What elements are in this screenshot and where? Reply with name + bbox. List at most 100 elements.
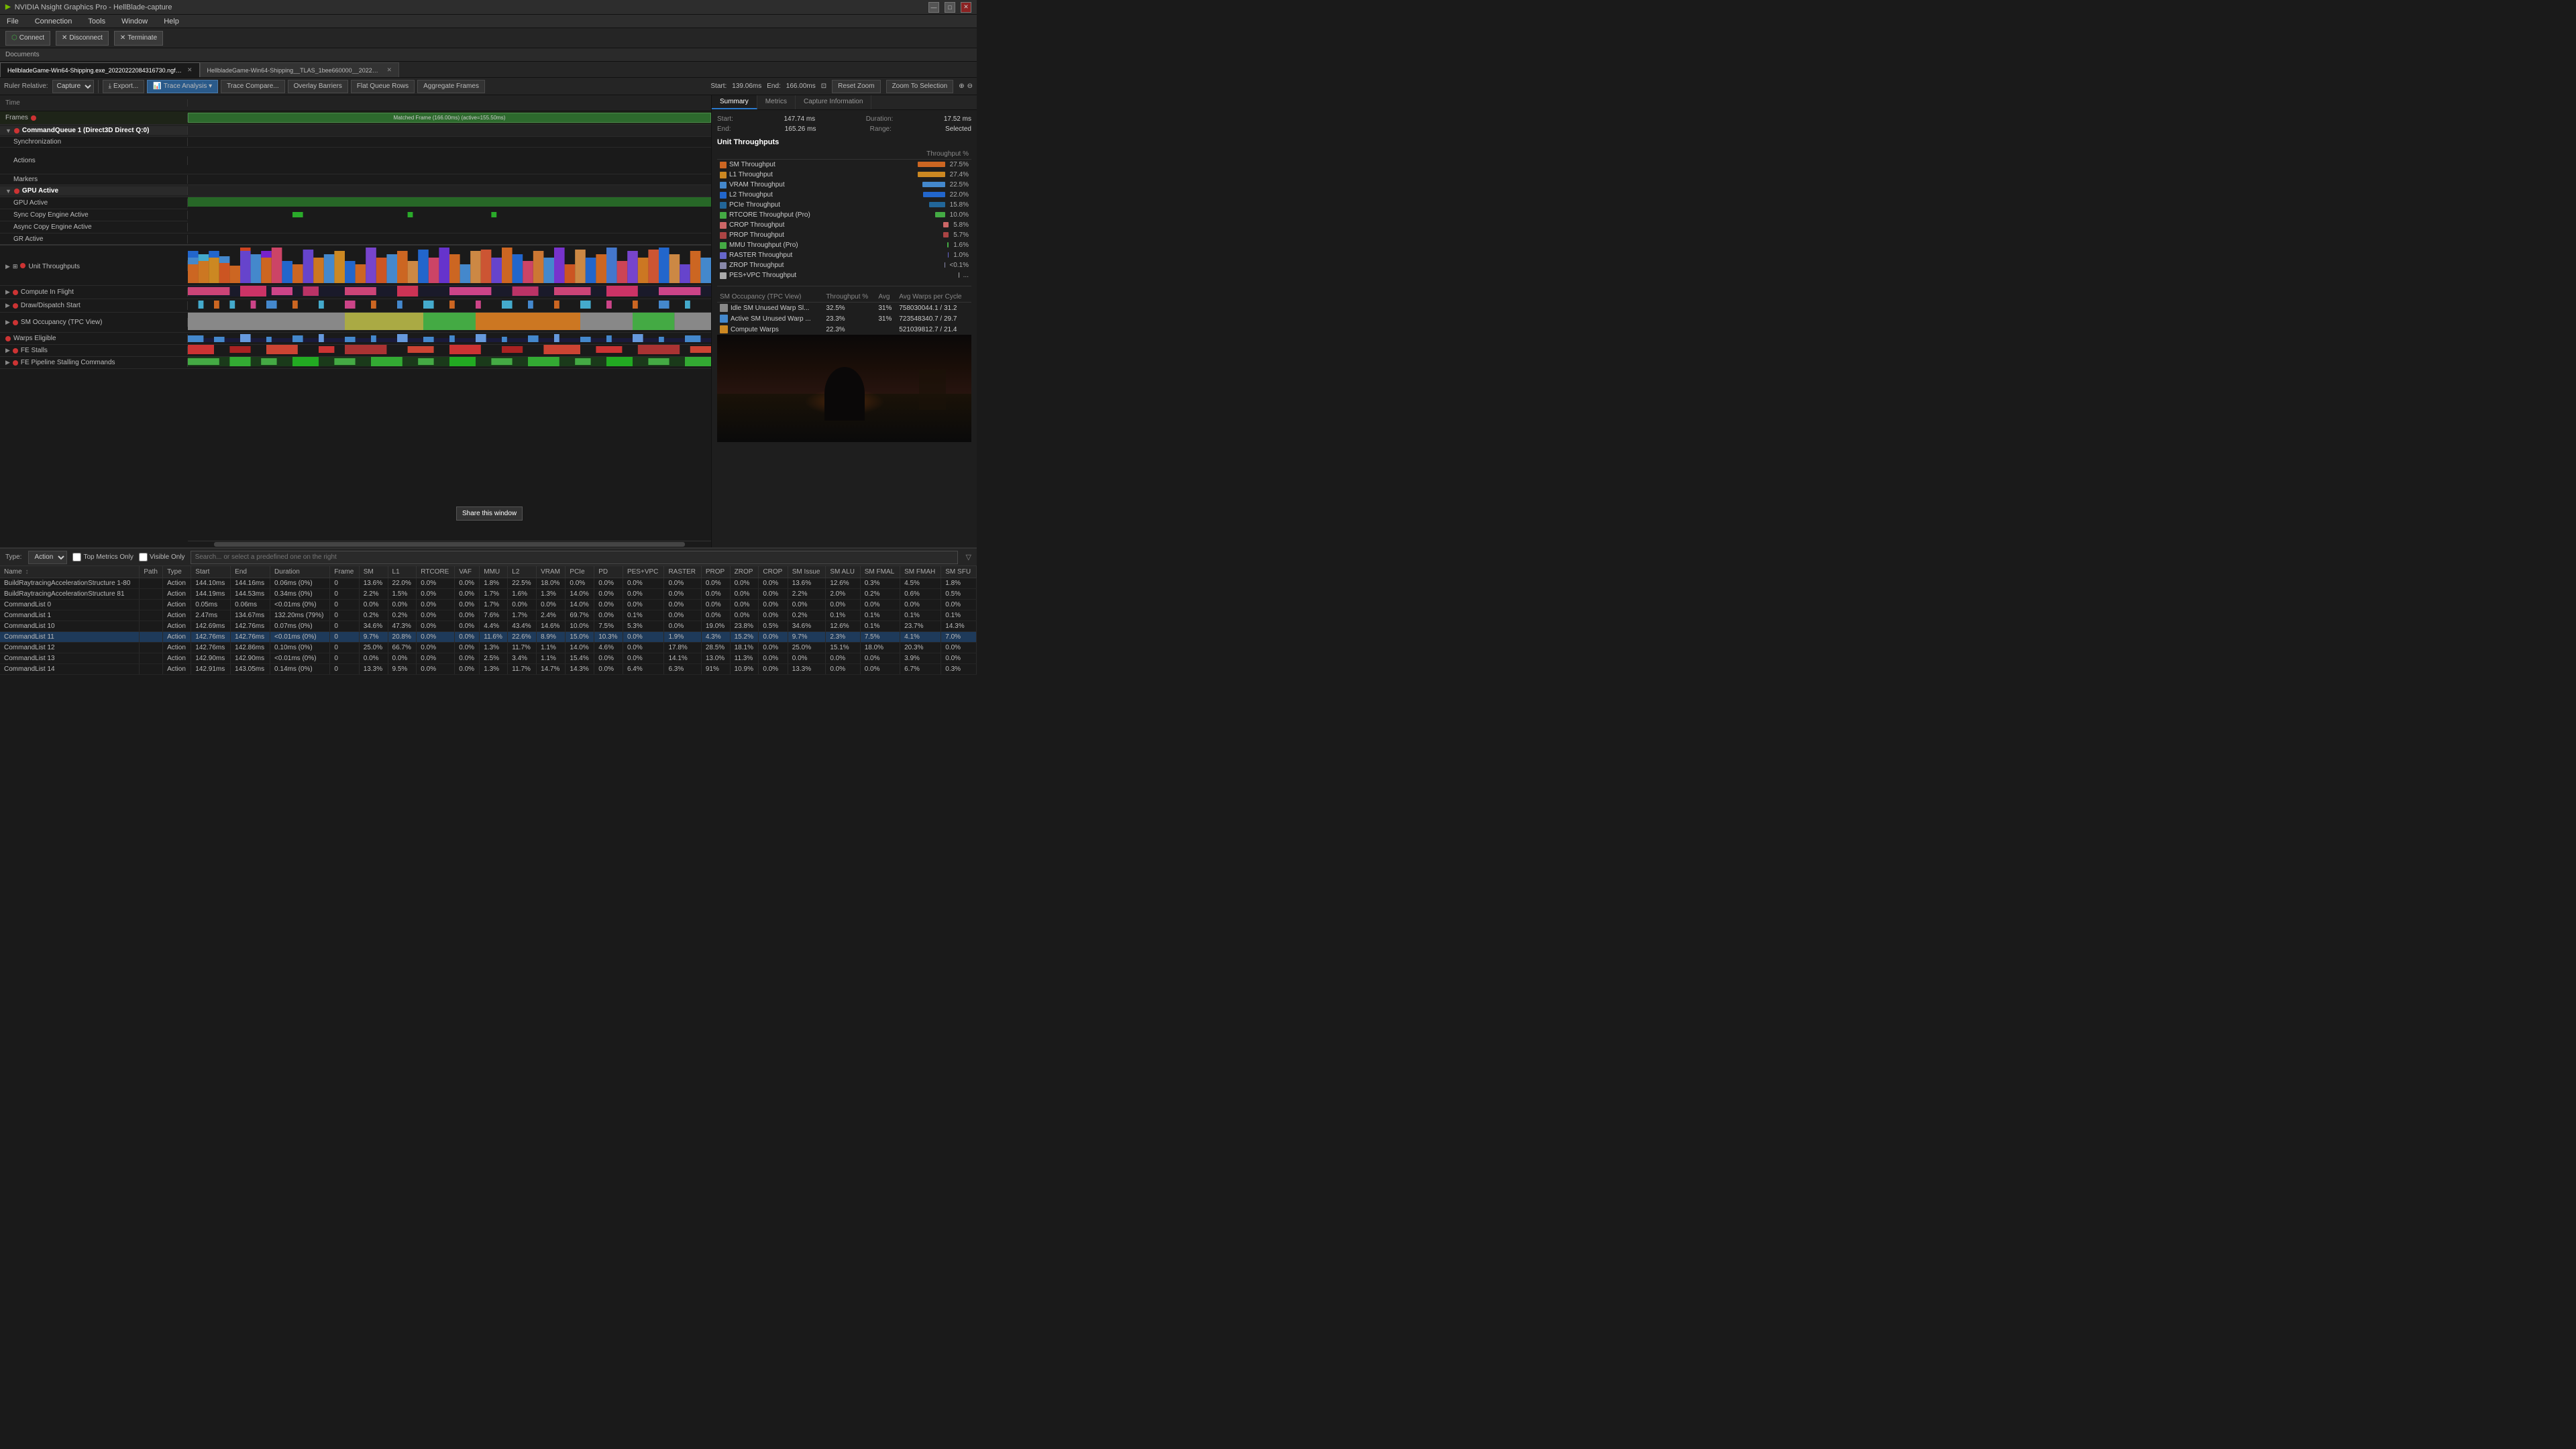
table-row-7[interactable]: CommandList 13 Action 142.90ms 142.90ms … [0, 653, 977, 664]
tab-capture-info[interactable]: Capture Information [796, 95, 871, 109]
col-smalu[interactable]: SM ALU [826, 566, 860, 578]
zoom-to-selection-button[interactable]: Zoom To Selection [886, 80, 954, 93]
connect-button[interactable]: ⬡ Connect [5, 31, 50, 46]
cell-pcie-5: 15.0% [566, 632, 594, 643]
cell-l1-8: 9.5% [388, 664, 417, 675]
cell-pd-5: 10.3% [594, 632, 623, 643]
col-crop[interactable]: CROP [759, 566, 788, 578]
col-smfmal[interactable]: SM FMAL [860, 566, 900, 578]
table-row-6[interactable]: CommandList 12 Action 142.76ms 142.86ms … [0, 643, 977, 653]
terminate-button[interactable]: ✕ Terminate [114, 31, 163, 46]
tab-0[interactable]: HellbladeGame-Win64-Shipping.exe_2022022… [0, 62, 200, 77]
col-pd[interactable]: PD [594, 566, 623, 578]
col-type[interactable]: Type [163, 566, 191, 578]
col-smissue[interactable]: SM Issue [788, 566, 826, 578]
col-end[interactable]: End [231, 566, 270, 578]
reset-zoom-button[interactable]: Reset Zoom [832, 80, 880, 93]
sm-collapse[interactable]: ▶ [5, 319, 10, 326]
maximize-button[interactable]: □ [945, 2, 955, 13]
gpu-active-svg [188, 196, 711, 208]
col-prop[interactable]: PROP [701, 566, 730, 578]
col-sm[interactable]: SM [359, 566, 388, 578]
col-pesvpc[interactable]: PES+VPC [623, 566, 663, 578]
cell-smalu-0: 12.6% [826, 578, 860, 589]
cell-start-6: 142.76ms [191, 643, 231, 653]
timeline-hscroll[interactable] [188, 541, 711, 547]
draw-collapse[interactable]: ▶ [5, 302, 10, 309]
visible-only-checkbox[interactable]: Visible Only [139, 553, 185, 561]
type-select[interactable]: Action [28, 551, 67, 564]
col-path[interactable]: Path [140, 566, 163, 578]
col-vaf[interactable]: VAF [455, 566, 480, 578]
col-frame[interactable]: Frame [330, 566, 359, 578]
col-rtcore[interactable]: RTCORE [417, 566, 455, 578]
table-row-3[interactable]: CommandList 1 Action 2.47ms 134.67ms 132… [0, 610, 977, 621]
commandqueue-collapse[interactable]: ▼ [5, 127, 11, 134]
cell-pd-6: 4.6% [594, 643, 623, 653]
top-metrics-checkbox[interactable]: Top Metrics Only [72, 553, 133, 561]
gpu-section-collapse[interactable]: ▼ [5, 188, 11, 195]
visible-only-input[interactable] [139, 553, 148, 561]
cell-name-3: CommandList 1 [0, 610, 140, 621]
trace-compare-button[interactable]: Trace Compare... [221, 80, 284, 93]
menu-connection[interactable]: Connection [32, 17, 75, 25]
col-smsfu[interactable]: SM SFU [941, 566, 977, 578]
tab-1-close[interactable]: ✕ [387, 66, 392, 74]
warps-text: Warps Eligible [13, 335, 56, 342]
cell-type-3: Action [163, 610, 191, 621]
sm-col-1: SM Occupancy (TPC View) [717, 292, 823, 303]
table-row-1[interactable]: BuildRaytracingAccelerationStructure 81 … [0, 589, 977, 600]
table-row-0[interactable]: BuildRaytracingAccelerationStructure 1-8… [0, 578, 977, 589]
fe-pipeline-collapse[interactable]: ▶ [5, 359, 10, 366]
table-row-5[interactable]: CommandList 11 Action 142.76ms 142.76ms … [0, 632, 977, 643]
col-zrop[interactable]: ZROP [730, 566, 759, 578]
menu-file[interactable]: File [4, 17, 21, 25]
commandqueue-svg [188, 123, 711, 136]
disconnect-button[interactable]: ✕ Disconnect [56, 31, 109, 46]
col-name[interactable]: Name ↕ [0, 566, 140, 578]
tab-summary[interactable]: Summary [712, 95, 757, 109]
col-smfmah[interactable]: SM FMAH [900, 566, 941, 578]
table-row-4[interactable]: CommandList 10 Action 142.69ms 142.76ms … [0, 621, 977, 632]
table-row-2[interactable]: CommandList 0 Action 0.05ms 0.06ms <0.01… [0, 600, 977, 610]
fe-stalls-collapse[interactable]: ▶ [5, 347, 10, 354]
table-row-8[interactable]: CommandList 14 Action 142.91ms 143.05ms … [0, 664, 977, 675]
export-button[interactable]: ⤓ Export... [103, 80, 145, 93]
col-start[interactable]: Start [191, 566, 231, 578]
cell-vram-1: 1.3% [537, 589, 566, 600]
top-metrics-input[interactable] [72, 553, 81, 561]
col-l1[interactable]: L1 [388, 566, 417, 578]
search-input[interactable] [191, 551, 958, 564]
col-pcie[interactable]: PCIe [566, 566, 594, 578]
timeline-rows[interactable]: Frames Matched Frame (166.00ms) (active=… [0, 111, 711, 541]
flat-queue-rows-button[interactable]: Flat Queue Rows [351, 80, 415, 93]
col-duration[interactable]: Duration [270, 566, 330, 578]
aggregate-frames-button[interactable]: Aggregate Frames [417, 80, 485, 93]
data-table-container[interactable]: Name ↕ Path Type Start End Duration Fram… [0, 566, 977, 682]
trace-analysis-button[interactable]: 📊 Trace Analysis ▾ [147, 80, 218, 93]
tab-metrics[interactable]: Metrics [757, 95, 796, 109]
col-raster[interactable]: RASTER [664, 566, 701, 578]
tab-1[interactable]: HellbladeGame-Win64-Shipping__TLAS_1bee6… [200, 62, 400, 77]
cell-zrop-1: 0.0% [730, 589, 759, 600]
right-content[interactable]: Start: 147.74 ms Duration: 17.52 ms End:… [712, 110, 977, 547]
unit-tp-collapse[interactable]: ▶ [5, 263, 10, 270]
col-l2[interactable]: L2 [508, 566, 537, 578]
menu-window[interactable]: Window [119, 17, 150, 25]
cell-name-5: CommandList 11 [0, 632, 140, 643]
menu-tools[interactable]: Tools [85, 17, 108, 25]
minimize-button[interactable]: — [928, 2, 939, 13]
close-button[interactable]: ✕ [961, 2, 971, 13]
summary-end-row: End: 165.26 ms Range: Selected [717, 125, 971, 133]
ruler-select[interactable]: Capture [52, 80, 94, 93]
col-vram[interactable]: VRAM [537, 566, 566, 578]
zoom-out-icon[interactable]: ⊖ [967, 83, 973, 90]
compute-collapse[interactable]: ▶ [5, 288, 10, 296]
tab-0-close[interactable]: ✕ [187, 66, 193, 74]
cell-path-2 [140, 600, 163, 610]
col-mmu[interactable]: MMU [480, 566, 508, 578]
overlay-barriers-button[interactable]: Overlay Barriers [288, 80, 348, 93]
zoom-in-icon[interactable]: ⊕ [959, 83, 964, 90]
hscroll-thumb[interactable] [214, 542, 685, 547]
menu-help[interactable]: Help [161, 17, 182, 25]
